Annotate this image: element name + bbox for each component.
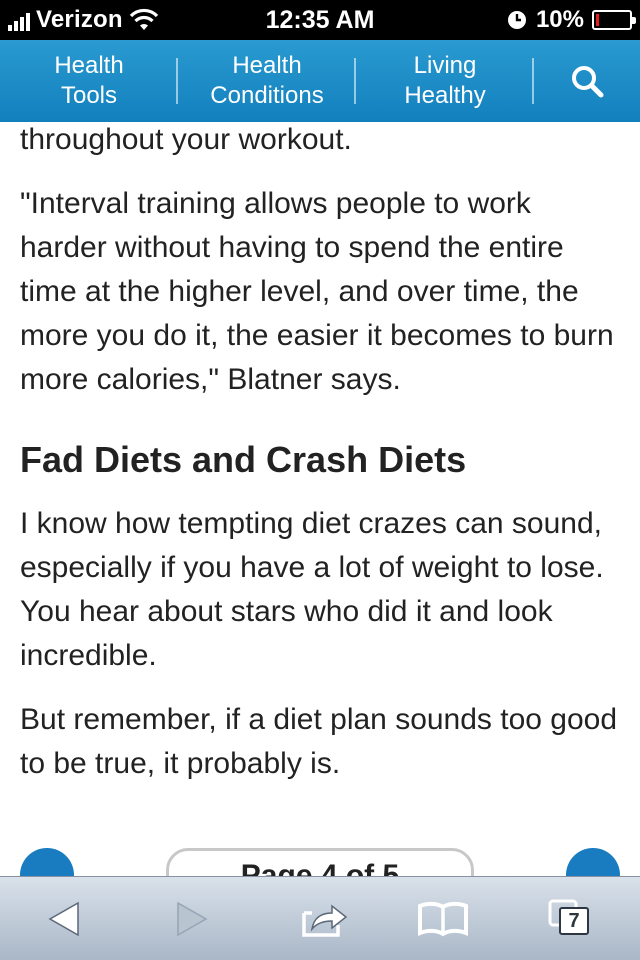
article-body: throughout your workout. "Interval train… <box>20 118 620 806</box>
forward-button[interactable] <box>152 877 232 960</box>
share-button[interactable] <box>285 877 365 960</box>
nav-item-label: Health Conditions <box>210 52 324 109</box>
article-pager: Page 4 of 5 <box>0 844 640 876</box>
site-nav: Health Tools Health Conditions Living He… <box>0 40 640 122</box>
search-button[interactable] <box>534 40 640 122</box>
browser-toolbar: 7 <box>0 876 640 960</box>
article-paragraph: "Interval training allows people to work… <box>20 187 614 396</box>
battery-fill <box>596 14 599 26</box>
back-arrow-icon <box>48 901 79 937</box>
orientation-lock-icon <box>507 11 526 29</box>
article-paragraph: throughout your workout. <box>20 123 352 156</box>
tabs-button[interactable]: 7 <box>530 877 610 960</box>
bookmarks-icon <box>418 901 468 937</box>
nav-item-label: Living Healthy <box>404 52 486 109</box>
forward-arrow-icon <box>177 901 208 937</box>
back-button[interactable] <box>24 877 104 960</box>
search-icon <box>572 66 604 98</box>
battery-icon <box>592 10 636 30</box>
page-indicator-label: Page 4 of 5 <box>240 859 400 876</box>
nav-item-health-conditions[interactable]: Health Conditions <box>178 40 356 122</box>
nav-item-label: Health Tools <box>54 52 124 109</box>
section-heading: Fad Diets and Crash Diets <box>20 439 467 480</box>
nav-item-living-healthy[interactable]: Living Healthy <box>356 40 534 122</box>
article-paragraph: But remember, if a diet plan sounds too … <box>20 703 618 780</box>
status-bar: Verizon 12:35 AM 10% <box>0 0 640 40</box>
nav-item-health-tools[interactable]: Health Tools <box>0 40 178 122</box>
share-icon <box>302 904 348 937</box>
status-right: 10% <box>506 0 636 40</box>
page-indicator[interactable]: Page 4 of 5 <box>166 848 474 876</box>
previous-page-button[interactable] <box>20 848 74 876</box>
tabs-count: 7 <box>559 907 589 935</box>
bookmarks-button[interactable] <box>403 877 483 960</box>
battery-percent: 10% <box>535 6 584 33</box>
next-page-button[interactable] <box>566 848 620 876</box>
article-paragraph: I know how tempting diet crazes can soun… <box>20 507 604 672</box>
